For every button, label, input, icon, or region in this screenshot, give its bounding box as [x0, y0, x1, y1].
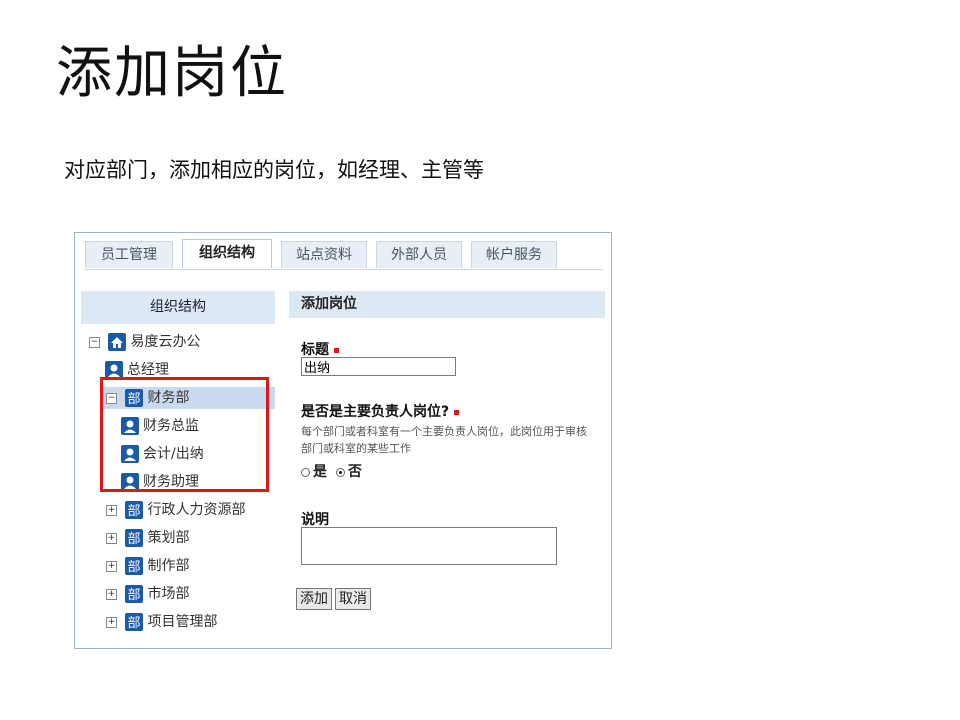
department-icon: 部	[125, 613, 144, 631]
radio-yes-circle[interactable]	[301, 467, 310, 477]
expand-icon[interactable]: +	[106, 504, 117, 516]
description-label: 说明	[301, 512, 329, 528]
expand-icon[interactable]: +	[106, 532, 117, 544]
title-input[interactable]	[301, 357, 456, 376]
primary-position-hint: 每个部门或者科室有一个主要负责人岗位，此岗位用于审核部门或科室的某些工作	[301, 425, 587, 455]
title-label: 标题	[301, 339, 339, 359]
tree-node-label: 市场部	[147, 586, 190, 602]
tree-node-label: 行政人力资源部	[147, 502, 246, 518]
expand-icon[interactable]: +	[106, 588, 117, 600]
tree-header: 组织结构	[81, 291, 275, 324]
tree-node-label: 项目管理部	[147, 614, 218, 630]
slide-title: 添加岗位	[56, 41, 288, 106]
home-icon	[108, 333, 127, 351]
radio-no-label: 否	[347, 464, 362, 480]
department-icon: 部	[125, 557, 144, 575]
radio-yes[interactable]: 是	[301, 464, 327, 480]
cancel-button[interactable]: 取消	[335, 588, 371, 610]
department-icon-glyph: 部	[128, 588, 141, 603]
tree-node-label: 策划部	[147, 530, 190, 546]
department-icon: 部	[125, 529, 144, 547]
tree-node-production-dept[interactable]: + 部 制作部	[106, 555, 189, 577]
radio-no-circle[interactable]	[335, 467, 345, 477]
highlight-box	[100, 377, 269, 492]
expand-icon[interactable]: +	[106, 616, 117, 628]
radio-yes-label: 是	[313, 464, 327, 480]
department-icon: 部	[125, 501, 144, 519]
primary-position-radios: 是 否	[301, 461, 362, 481]
add-position-form: 添加岗位 标题 是否是主要负责人岗位? 每个部门或者科室有一个主要负责人岗位，此…	[289, 291, 605, 610]
tab-bar: 员工管理 组织结构 站点资料 外部人员 帐户服务	[85, 239, 603, 270]
tree-node-label: 制作部	[147, 558, 190, 574]
tree-node-project-mgmt-dept[interactable]: + 部 项目管理部	[106, 611, 217, 633]
tab-account-service[interactable]: 帐户服务	[471, 241, 557, 268]
tree-root[interactable]: − 易度云办公	[89, 331, 200, 353]
tree-node-admin-hr-dept[interactable]: + 部 行政人力资源部	[106, 499, 245, 521]
org-tree-panel: 组织结构 − 易度云办公 总经理 − 部 财务部 财务总监 会计/出纳 财务助理…	[81, 291, 275, 631]
app-window: 员工管理 组织结构 站点资料 外部人员 帐户服务 组织结构 − 易度云办公 总经…	[74, 232, 612, 649]
title-label-text: 标题	[301, 342, 329, 358]
tree-node-planning-dept[interactable]: + 部 策划部	[106, 527, 189, 549]
required-marker	[334, 347, 339, 353]
add-button[interactable]: 添加	[296, 588, 332, 610]
slide-subtitle: 对应部门，添加相应的岗位，如经理、主管等	[64, 158, 484, 182]
radio-no[interactable]: 否	[335, 464, 362, 480]
primary-position-label-text: 是否是主要负责人岗位?	[301, 404, 450, 420]
primary-position-label: 是否是主要负责人岗位?	[301, 401, 460, 421]
tree-root-label: 易度云办公	[130, 334, 201, 350]
description-textarea[interactable]	[301, 527, 557, 565]
tab-staff-management[interactable]: 员工管理	[85, 241, 173, 268]
tab-external-people[interactable]: 外部人员	[376, 241, 462, 268]
tab-org-structure[interactable]: 组织结构	[182, 239, 272, 268]
form-header: 添加岗位	[289, 291, 605, 318]
required-marker	[454, 409, 460, 415]
department-icon: 部	[125, 585, 144, 603]
expand-icon[interactable]: +	[106, 560, 117, 572]
department-icon-glyph: 部	[128, 532, 141, 547]
department-icon-glyph: 部	[128, 504, 141, 519]
tree-node-marketing-dept[interactable]: + 部 市场部	[106, 583, 189, 605]
department-icon-glyph: 部	[128, 616, 141, 631]
collapse-icon[interactable]: −	[89, 336, 100, 348]
tree-node-label: 总经理	[127, 362, 169, 378]
department-icon-glyph: 部	[128, 560, 141, 575]
tab-site-info[interactable]: 站点资料	[281, 241, 367, 268]
